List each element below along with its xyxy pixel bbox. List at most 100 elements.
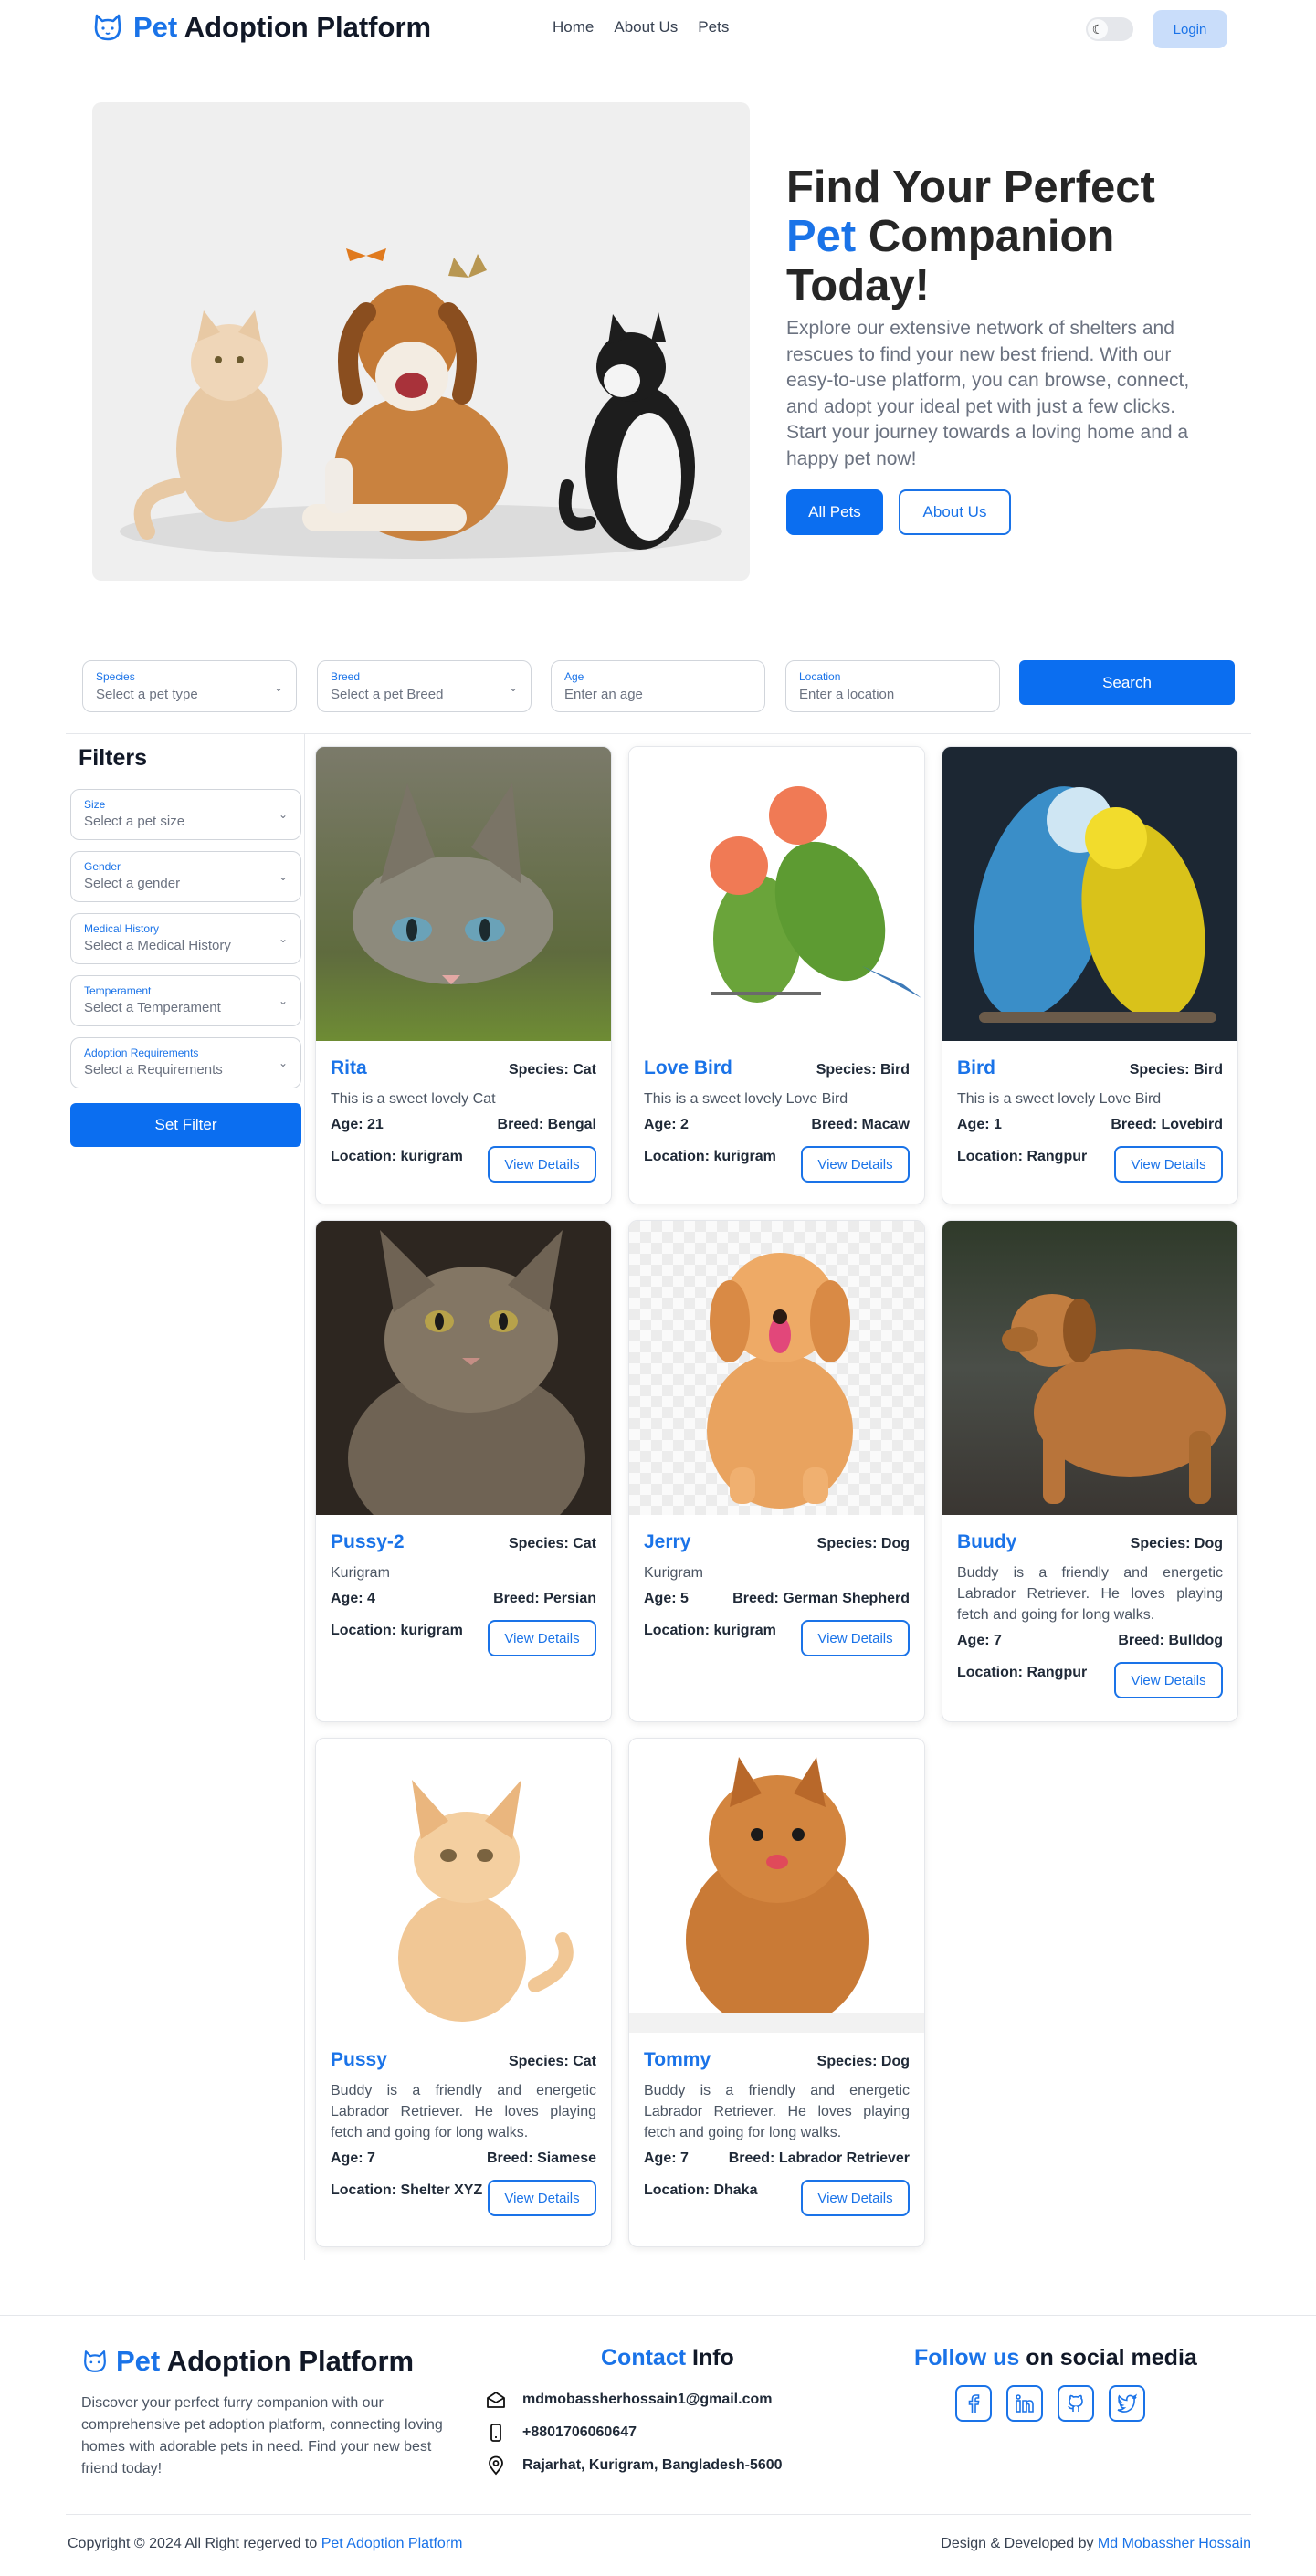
hero-title-line3: Today!	[786, 261, 930, 310]
chevron-down-icon: ⌄	[278, 932, 288, 945]
footer-divider	[66, 2514, 1251, 2515]
filters-sidebar: Filters Size Select a pet size ⌄ Gender …	[70, 740, 301, 1147]
phone-icon	[486, 2423, 506, 2443]
pet-photo	[316, 1739, 611, 2033]
about-us-button[interactable]: About Us	[899, 489, 1011, 535]
footer-divider	[0, 2315, 1316, 2316]
pet-breed: Breed: Lovebird	[1111, 1117, 1223, 1132]
pet-breed: Breed: Labrador Retriever	[728, 2150, 910, 2166]
size-label: Size	[84, 798, 106, 811]
size-value: Select a pet size	[84, 814, 185, 829]
contact-email[interactable]: mdmobassherhossain1@gmail.com	[486, 2383, 783, 2416]
location-pin-icon	[486, 2455, 506, 2476]
developer-credit: Design & Developed by Md Mobassher Hossa…	[941, 2536, 1251, 2552]
developer-link[interactable]: Md Mobassher Hossain	[1098, 2536, 1251, 2551]
nav-pets[interactable]: Pets	[698, 18, 729, 37]
twitter-icon[interactable]	[1109, 2385, 1145, 2422]
pet-species: Species: Bird	[1129, 1062, 1223, 1078]
phone-text: +8801706060647	[522, 2424, 637, 2440]
pet-age: Age: 7	[957, 1633, 1002, 1648]
pet-name[interactable]: Pussy	[331, 2049, 387, 2071]
navbar: Pet Adoption Platform Home About Us Pets…	[0, 0, 1316, 58]
pet-name[interactable]: Rita	[331, 1057, 367, 1079]
breed-label: Breed	[331, 670, 361, 683]
pet-name[interactable]: Buudy	[957, 1531, 1016, 1553]
pet-name[interactable]: Jerry	[644, 1531, 690, 1553]
age-placeholder: Enter an age	[564, 687, 643, 702]
contact-rest: Info	[686, 2345, 734, 2371]
view-details-button[interactable]: View Details	[801, 2180, 910, 2216]
medical-history-value: Select a Medical History	[84, 938, 231, 953]
location-placeholder: Enter a location	[799, 687, 895, 702]
copyright-link[interactable]: Pet Adoption Platform	[321, 2536, 463, 2551]
species-select[interactable]: Species Select a pet type ⌄	[82, 660, 297, 712]
pet-name[interactable]: Pussy-2	[331, 1531, 405, 1553]
temperament-value: Select a Temperament	[84, 1000, 221, 1015]
gender-label: Gender	[84, 860, 121, 873]
pet-name[interactable]: Tommy	[644, 2049, 711, 2071]
breed-select[interactable]: Breed Select a pet Breed ⌄	[317, 660, 532, 712]
linkedin-icon[interactable]	[1006, 2385, 1043, 2422]
nav-about[interactable]: About Us	[614, 18, 678, 37]
size-select[interactable]: Size Select a pet size ⌄	[70, 789, 301, 840]
temperament-select[interactable]: Temperament Select a Temperament ⌄	[70, 975, 301, 1026]
pet-card: Buudy Species: Dog Buddy is a friendly an…	[942, 1220, 1238, 1722]
footer-brand-highlight: Pet	[116, 2345, 161, 2377]
login-button[interactable]: Login	[1153, 10, 1227, 48]
pet-location: Location: kurigram	[331, 1623, 463, 1638]
nav-home[interactable]: Home	[553, 18, 594, 37]
hero-title-highlight: Pet	[786, 212, 857, 261]
developer-text: Design & Developed by	[941, 2536, 1098, 2551]
contact-list: mdmobassherhossain1@gmail.com +880170606…	[486, 2383, 783, 2482]
contact-phone[interactable]: +8801706060647	[486, 2416, 783, 2449]
all-pets-button[interactable]: All Pets	[786, 489, 883, 535]
cat-logo-icon	[94, 14, 121, 41]
adoption-requirements-select[interactable]: Adoption Requirements Select a Requireme…	[70, 1037, 301, 1088]
search-button[interactable]: Search	[1019, 660, 1235, 705]
pet-breed: Breed: Bulldog	[1118, 1633, 1223, 1648]
pet-species: Species: Dog	[816, 1536, 910, 1551]
medical-history-select[interactable]: Medical History Select a Medical History…	[70, 913, 301, 964]
pet-breed: Breed: Persian	[493, 1591, 596, 1606]
pet-card: Pussy-2 Species: Cat Kurigram Age: 4 Breed…	[315, 1220, 612, 1722]
view-details-button[interactable]: View Details	[488, 2180, 596, 2216]
pet-species: Species: Dog	[1130, 1536, 1223, 1551]
pet-age: Age: 5	[644, 1591, 689, 1606]
pet-photo	[942, 1221, 1237, 1515]
pet-photo	[942, 747, 1237, 1041]
search-bar: Species Select a pet type ⌄ Breed Select…	[82, 660, 1236, 713]
pet-location: Location: Rangpur	[957, 1665, 1088, 1680]
address-text: Rajarhat, Kurigram, Bangladesh-5600	[522, 2457, 783, 2473]
pet-species: Species: Cat	[508, 1062, 596, 1078]
view-details-button[interactable]: View Details	[1114, 1662, 1223, 1698]
pet-card: Bird Species: Bird This is a sweet lovely…	[942, 746, 1238, 1204]
pet-description: This is a sweet lovely Cat	[331, 1091, 496, 1107]
footer-description: Discover your perfect furry companion wi…	[81, 2395, 443, 2476]
chevron-down-icon: ⌄	[278, 1057, 288, 1069]
gender-select[interactable]: Gender Select a gender ⌄	[70, 851, 301, 902]
view-details-button[interactable]: View Details	[801, 1146, 910, 1183]
pet-card: Jerry Species: Dog Kurigram Age: 5 Breed: …	[628, 1220, 925, 1722]
set-filter-button[interactable]: Set Filter	[70, 1103, 301, 1147]
footer-brand[interactable]: Pet Adoption Platform	[81, 2345, 414, 2378]
github-icon[interactable]	[1058, 2385, 1094, 2422]
view-details-button[interactable]: View Details	[801, 1620, 910, 1656]
chevron-down-icon: ⌄	[273, 681, 283, 694]
brand-logo[interactable]: Pet Adoption Platform	[91, 11, 431, 44]
pet-name[interactable]: Bird	[957, 1057, 995, 1079]
pet-name[interactable]: Love Bird	[644, 1057, 732, 1079]
view-details-button[interactable]: View Details	[488, 1620, 596, 1656]
view-details-button[interactable]: View Details	[1114, 1146, 1223, 1183]
view-details-button[interactable]: View Details	[488, 1146, 596, 1183]
social-highlight: Follow us	[914, 2345, 1020, 2371]
medical-history-label: Medical History	[84, 922, 160, 935]
pet-age: Age: 7	[644, 2150, 689, 2166]
location-input[interactable]: Location Enter a location	[785, 660, 1000, 712]
age-input[interactable]: Age Enter an age	[551, 660, 765, 712]
pet-description: Buddy is a friendly and energetic Labrad…	[957, 1565, 1223, 1623]
theme-toggle[interactable]: ☾	[1086, 17, 1133, 41]
hero-title-line1: Find Your Perfect	[786, 163, 1155, 212]
facebook-icon[interactable]	[955, 2385, 992, 2422]
footer-brand-rest: Adoption Platform	[160, 2345, 415, 2377]
pet-description: Buddy is a friendly and energetic Labrad…	[644, 2083, 910, 2140]
